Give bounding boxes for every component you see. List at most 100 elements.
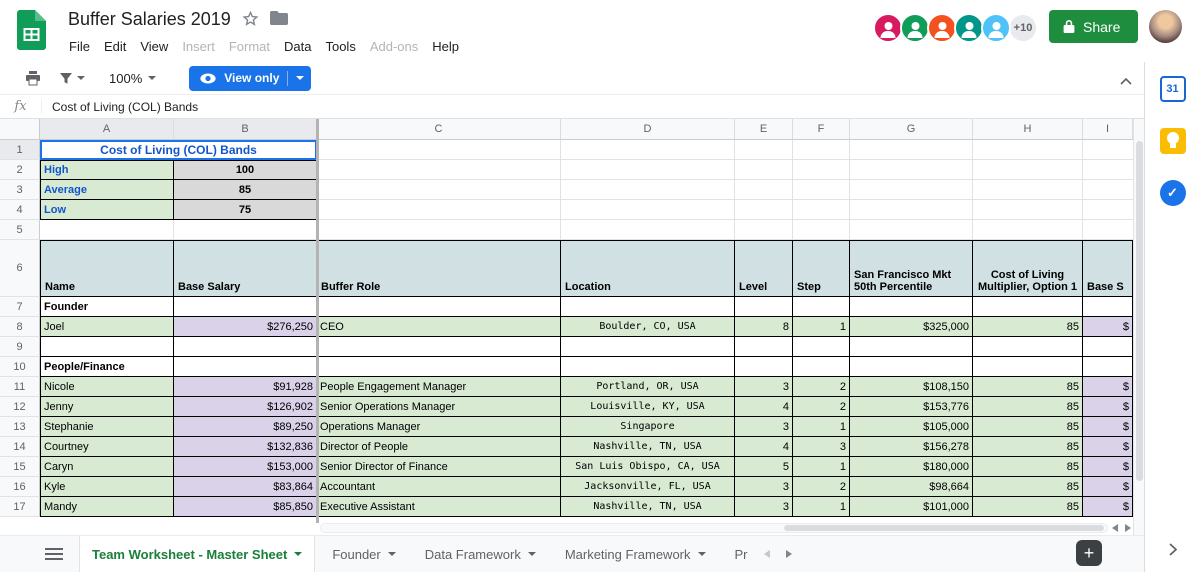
cell-base-salary[interactable]: $91,928 (174, 377, 317, 397)
column-header-e[interactable]: E (735, 119, 793, 140)
cell-base-salary[interactable]: $276,250 (174, 317, 317, 337)
chevron-down-icon[interactable] (527, 552, 536, 556)
print-button[interactable] (16, 66, 50, 90)
cell-level[interactable]: 3 (735, 497, 793, 517)
cell-empty[interactable] (561, 337, 735, 357)
row-header[interactable]: 12 (0, 397, 40, 417)
cell-base-salary[interactable]: $89,250 (174, 417, 317, 437)
cell-empty[interactable] (561, 297, 735, 317)
add-button[interactable]: + (1076, 540, 1102, 566)
header-base-salary[interactable]: Base Salary (174, 240, 317, 297)
calendar-icon[interactable]: 31 (1159, 76, 1186, 102)
cell-col-multiplier[interactable]: 85 (973, 457, 1083, 477)
column-header-d[interactable]: D (561, 119, 735, 140)
empty-cells[interactable] (317, 140, 1133, 160)
cell-level[interactable]: 8 (735, 317, 793, 337)
presence-overflow-badge[interactable]: +10 (1008, 13, 1038, 43)
cell-sf-percentile[interactable]: $98,664 (850, 477, 973, 497)
cell-empty[interactable] (735, 297, 793, 317)
frozen-columns-divider[interactable] (316, 119, 319, 523)
chevron-down-icon[interactable] (296, 76, 305, 80)
cell-name[interactable]: Mandy (40, 497, 174, 517)
collaborator-avatar[interactable] (927, 13, 957, 43)
cell-base-col[interactable]: $ (1083, 397, 1133, 417)
collaborator-avatar[interactable] (873, 13, 903, 43)
row-header[interactable]: 13 (0, 417, 40, 437)
cell-section-label[interactable]: Founder (40, 297, 174, 317)
header-col-multiplier[interactable]: Cost of Living Multiplier, Option 1 (973, 240, 1083, 297)
cell-name[interactable]: Stephanie (40, 417, 174, 437)
cell-band-label[interactable]: Average (40, 180, 174, 200)
cell-empty[interactable] (973, 337, 1083, 357)
keep-icon[interactable] (1159, 128, 1186, 154)
vertical-scrollbar[interactable] (1133, 119, 1144, 535)
collaborator-avatar[interactable] (981, 13, 1011, 43)
cell-empty[interactable] (850, 297, 973, 317)
cell-step[interactable]: 3 (793, 437, 850, 457)
cell-empty[interactable] (174, 297, 317, 317)
cell-empty[interactable] (973, 357, 1083, 377)
collaborator-avatar[interactable] (954, 13, 984, 43)
view-only-button[interactable]: View only (189, 65, 312, 91)
cell-base-salary[interactable]: $83,864 (174, 477, 317, 497)
cell-role[interactable]: Senior Operations Manager (317, 397, 561, 417)
row-header[interactable]: 2 (0, 160, 40, 180)
row-header[interactable]: 8 (0, 317, 40, 337)
cell-name[interactable]: Joel (40, 317, 174, 337)
row-header[interactable]: 4 (0, 200, 40, 220)
cell-sf-percentile[interactable]: $325,000 (850, 317, 973, 337)
scroll-right-icon[interactable] (1125, 524, 1131, 532)
cell-step[interactable]: 1 (793, 417, 850, 437)
menu-data[interactable]: Data (277, 36, 318, 57)
cell-base-col[interactable]: $ (1083, 477, 1133, 497)
cell-empty[interactable] (40, 220, 174, 240)
scroll-left-icon[interactable] (1112, 524, 1118, 532)
cell-col-multiplier[interactable]: 85 (973, 417, 1083, 437)
row-header[interactable]: 15 (0, 457, 40, 477)
cell-empty[interactable] (317, 337, 561, 357)
empty-cells[interactable] (317, 160, 1133, 180)
cell-name[interactable]: Jenny (40, 397, 174, 417)
cell-base-salary[interactable]: $85,850 (174, 497, 317, 517)
cell-col-multiplier[interactable]: 85 (973, 497, 1083, 517)
cell-sf-percentile[interactable]: $101,000 (850, 497, 973, 517)
cell-empty[interactable] (40, 337, 174, 357)
cell-empty[interactable] (1083, 337, 1133, 357)
cell-col-multiplier[interactable]: 85 (973, 437, 1083, 457)
cell-base-salary[interactable]: $126,902 (174, 397, 317, 417)
cell-location[interactable]: Jacksonville, FL, USA (561, 477, 735, 497)
cell-empty[interactable] (561, 357, 735, 377)
row-header[interactable]: 14 (0, 437, 40, 457)
cell-location[interactable]: Nashville, TN, USA (561, 437, 735, 457)
cell-empty[interactable] (735, 337, 793, 357)
row-header[interactable]: 10 (0, 357, 40, 377)
cell-empty[interactable] (174, 337, 317, 357)
cell-col-multiplier[interactable]: 85 (973, 317, 1083, 337)
cell-name[interactable]: Kyle (40, 477, 174, 497)
formula-bar[interactable]: fx Cost of Living (COL) Bands (0, 95, 1144, 119)
cell-role[interactable]: Director of People (317, 437, 561, 457)
row-header[interactable]: 1 (0, 140, 40, 160)
cell-band-label[interactable]: Low (40, 200, 174, 220)
chevron-down-icon[interactable] (294, 552, 303, 556)
cell-col-bands-title[interactable]: Cost of Living (COL) Bands (40, 140, 317, 160)
cell-step[interactable]: 2 (793, 377, 850, 397)
cell-name[interactable]: Nicole (40, 377, 174, 397)
row-header[interactable]: 6 (0, 240, 40, 297)
cell-empty[interactable] (793, 297, 850, 317)
cell-base-col[interactable]: $ (1083, 377, 1133, 397)
cell-role[interactable]: Operations Manager (317, 417, 561, 437)
cell-col-multiplier[interactable]: 85 (973, 397, 1083, 417)
menu-edit[interactable]: Edit (97, 36, 133, 57)
scroll-tabs-left-icon[interactable] (763, 550, 770, 558)
cell-level[interactable]: 4 (735, 397, 793, 417)
star-icon[interactable] (242, 10, 259, 30)
cell-base-salary[interactable]: $132,836 (174, 437, 317, 457)
cell-location[interactable]: Portland, OR, USA (561, 377, 735, 397)
cell-role[interactable]: Executive Assistant (317, 497, 561, 517)
cell-empty[interactable] (850, 337, 973, 357)
cell-role[interactable]: People Engagement Manager (317, 377, 561, 397)
menu-file[interactable]: File (62, 36, 97, 57)
cell-level[interactable]: 4 (735, 437, 793, 457)
cell-base-col[interactable]: $ (1083, 437, 1133, 457)
